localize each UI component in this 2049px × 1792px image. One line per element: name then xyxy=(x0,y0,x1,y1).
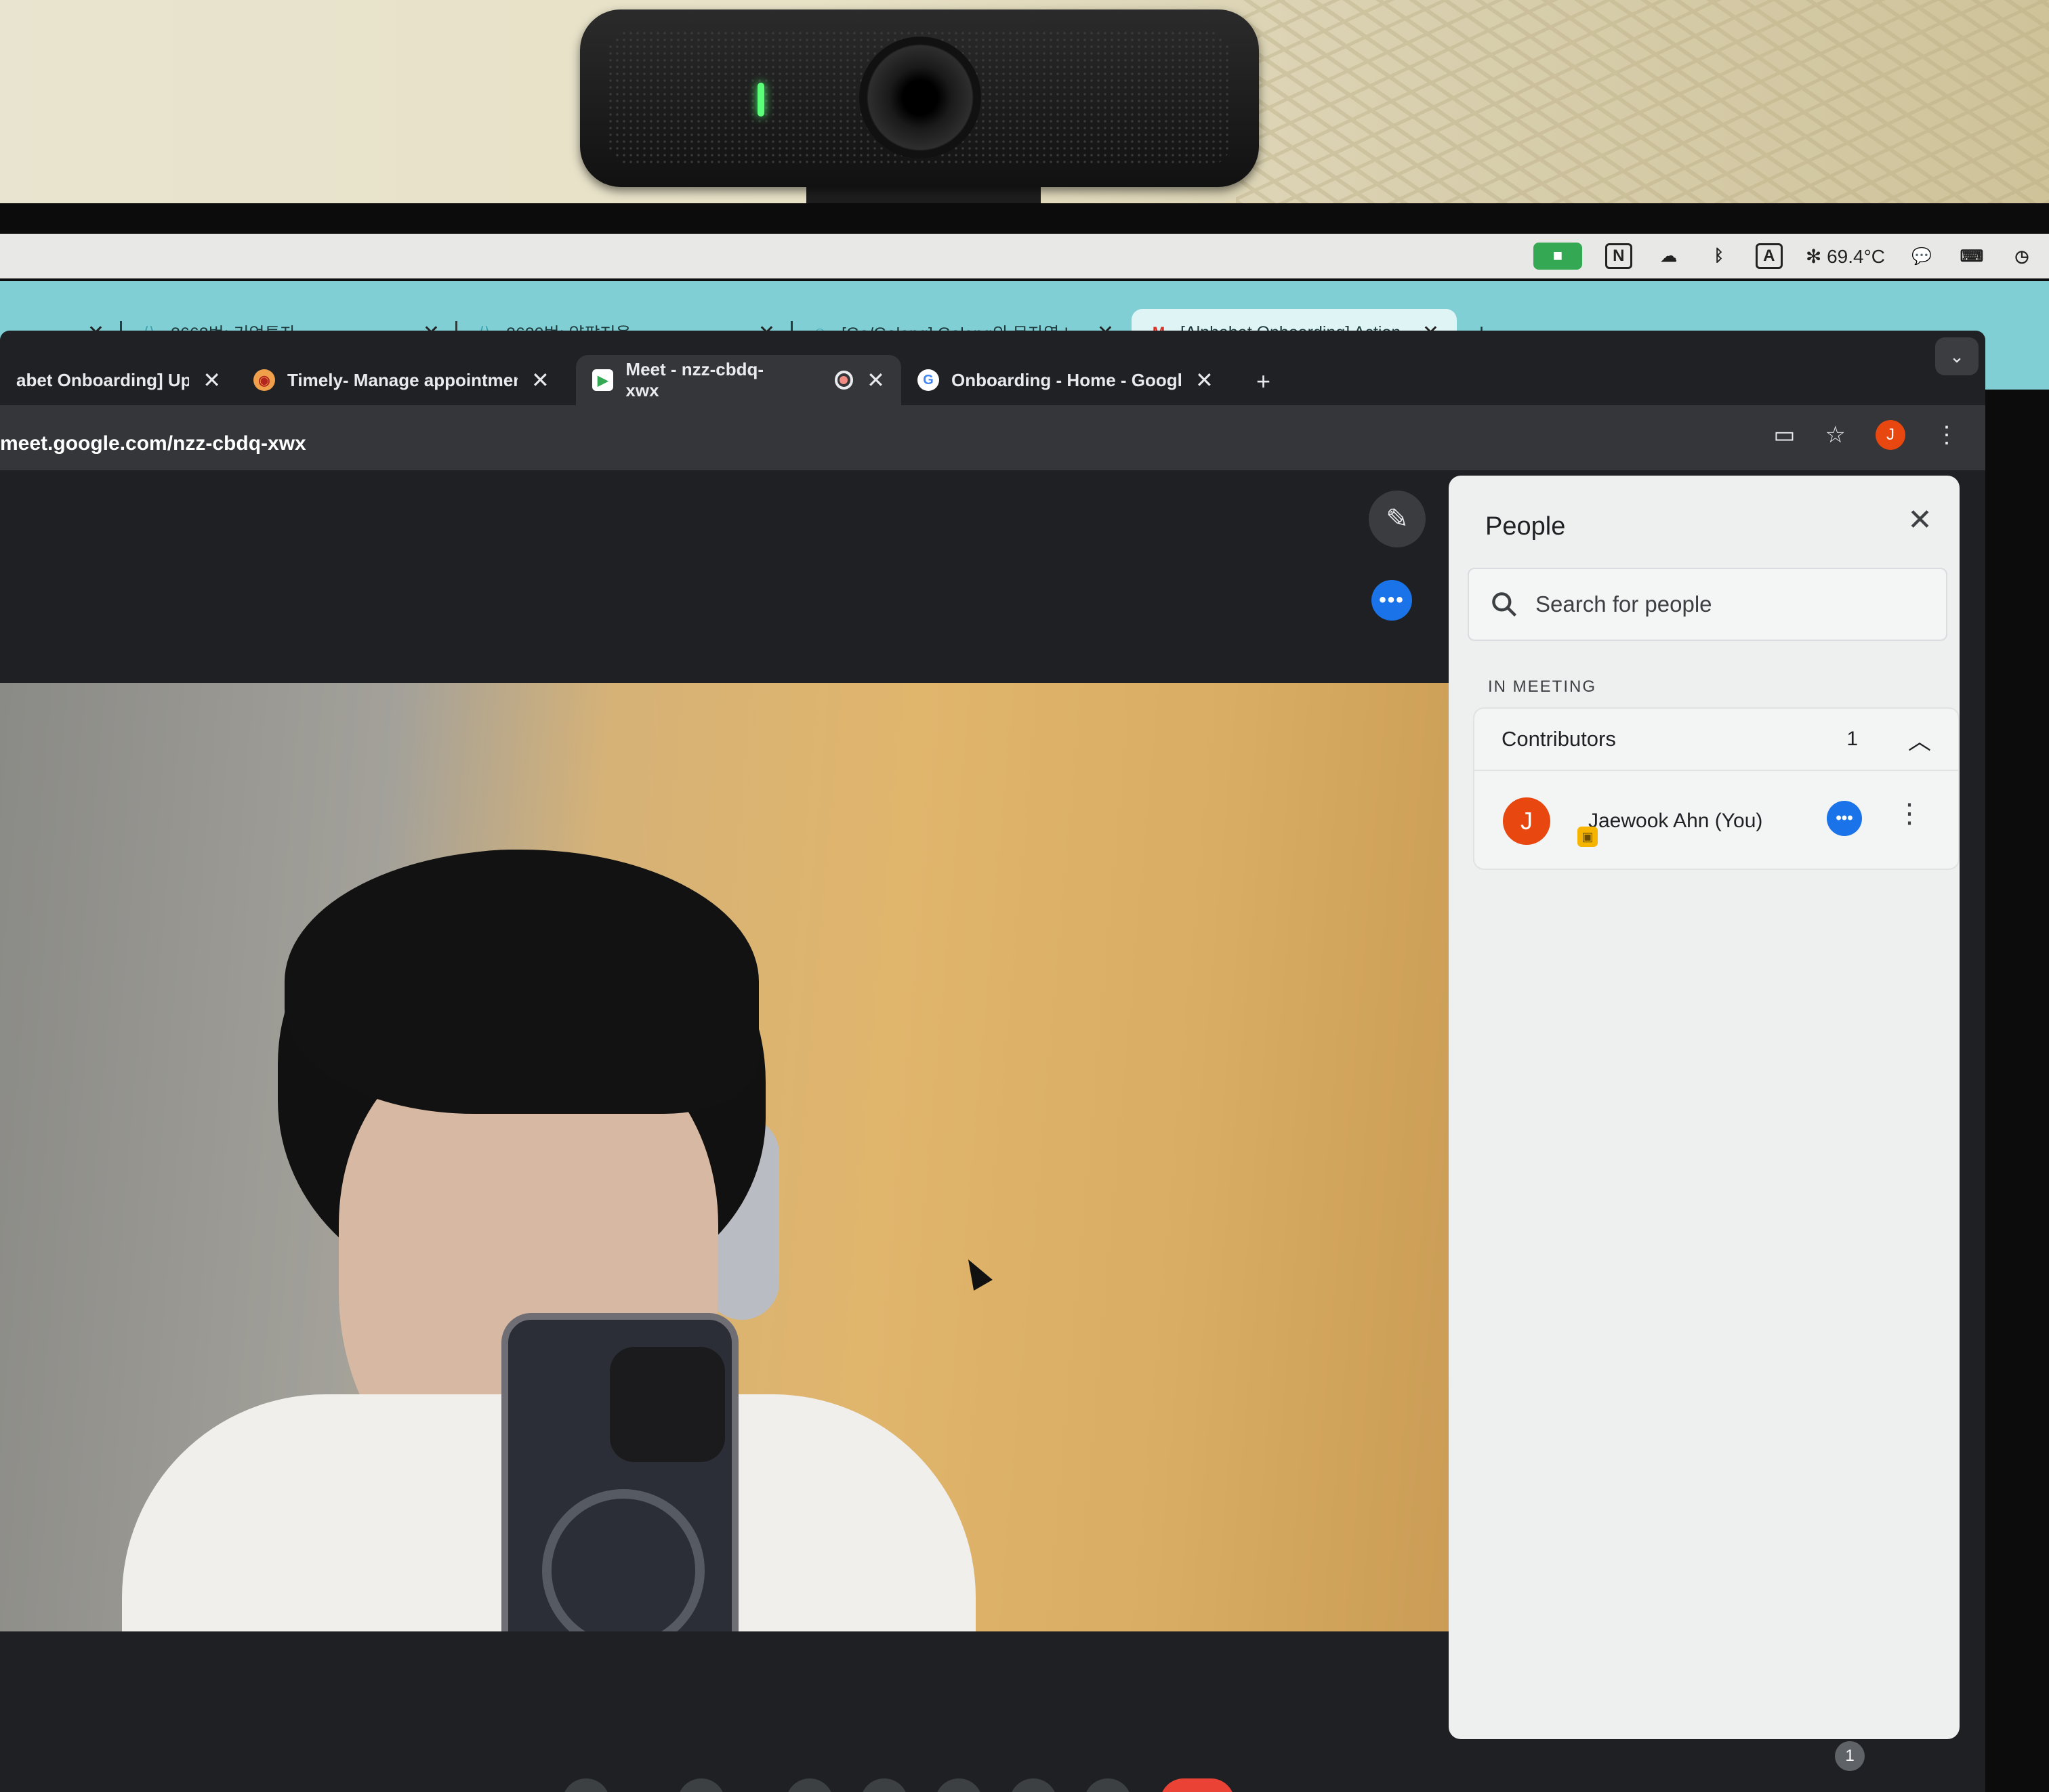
close-icon: ✕ xyxy=(1907,503,1932,537)
time-machine-icon[interactable]: ◷ xyxy=(2008,243,2035,270)
chrome-menu-icon[interactable]: ⋮ xyxy=(1935,421,1958,449)
webcam-lens xyxy=(859,37,981,159)
close-icon[interactable]: ✕ xyxy=(867,367,885,393)
close-icon[interactable]: ✕ xyxy=(203,367,221,393)
address-bar-url[interactable]: meet.google.com/nzz-cbdq-xwx xyxy=(0,432,306,455)
tab-timely[interactable]: ◉ Timely- Manage appointment ✕ xyxy=(237,355,576,405)
people-panel: People ✕ IN MEETING Contributors 1 ︿ J ▣… xyxy=(1449,476,1960,1739)
cloud-icon[interactable]: ☁ xyxy=(1655,243,1682,270)
google-icon: G xyxy=(917,369,939,391)
tab-search-button[interactable]: ⌄ xyxy=(1935,337,1979,375)
new-tab-button[interactable]: + xyxy=(1240,367,1287,405)
magic-wand-icon: ✎ xyxy=(1386,504,1409,534)
video-person-fringe xyxy=(285,850,759,1114)
contributors-header[interactable]: Contributors 1 ︿ xyxy=(1474,709,1958,771)
photo-scene: logi ■ N ☁ ᛒ A ✻ 69.4°C 💬 ⌨ ◷ ✕ ⟨⟩ 2662번… xyxy=(0,0,2049,1792)
chevron-up-icon[interactable]: ︿ xyxy=(1908,723,1931,756)
contributors-group: Contributors 1 ︿ J ▣ Jaewook Ahn (You) •… xyxy=(1473,707,1960,870)
tab-title: Meet - nzz-cbdq-xwx xyxy=(625,359,764,400)
tab-gmail-upcoming[interactable]: abet Onboarding] Upco ✕ xyxy=(0,355,237,405)
chat-icon[interactable]: 💬 xyxy=(1908,243,1935,270)
participant-more-button[interactable]: ••• xyxy=(1827,801,1862,836)
presentation-badge-icon: ▣ xyxy=(1577,827,1598,847)
avatar: J xyxy=(1503,797,1550,845)
self-video-tile xyxy=(0,683,1455,1631)
camera-in-use-icon[interactable]: ▭ xyxy=(1773,421,1795,449)
toolbar-icons: ▭ ☆ J ⋮ xyxy=(1773,420,1958,450)
search-icon xyxy=(1492,592,1517,617)
recording-icon xyxy=(834,371,854,390)
wallpaper-pattern xyxy=(1236,0,2049,203)
tab-title: Onboarding - Home - Google xyxy=(951,369,1182,390)
tab-strip: abet Onboarding] Upco ✕ ◉ Timely- Manage… xyxy=(0,351,1287,405)
bookmark-star-icon[interactable]: ☆ xyxy=(1825,421,1846,449)
search-input[interactable] xyxy=(1535,591,1888,617)
input-source-icon[interactable]: A xyxy=(1755,243,1783,269)
fan-icon: ✻ xyxy=(1805,245,1827,267)
video-phone xyxy=(501,1313,739,1631)
cpu-temp-value: 69.4°C xyxy=(1827,245,1885,267)
tab-title: Timely- Manage appointment xyxy=(287,369,518,390)
phone-magsafe-ring xyxy=(542,1489,705,1631)
notion-icon[interactable]: N xyxy=(1605,243,1632,269)
mac-menu-bar: ■ N ☁ ᛒ A ✻ 69.4°C 💬 ⌨ ◷ xyxy=(0,234,2049,278)
webcam-led xyxy=(758,83,764,117)
bluetooth-icon[interactable]: ᛒ xyxy=(1705,243,1733,270)
close-panel-button[interactable]: ✕ xyxy=(1907,503,1932,537)
participant-row: J ▣ Jaewook Ahn (You) ••• ⋮ xyxy=(1474,774,1958,869)
keyboard-icon[interactable]: ⌨ xyxy=(1958,243,1985,270)
self-tile-more-options-button[interactable]: ••• xyxy=(1371,580,1412,621)
group-name: Contributors xyxy=(1502,727,1616,751)
participant-name: Jaewook Ahn (You) xyxy=(1588,810,1763,832)
participant-menu-icon[interactable]: ⋮ xyxy=(1896,798,1923,829)
tab-meet-active[interactable]: ▶ Meet - nzz-cbdq-xwx ✕ xyxy=(576,355,901,405)
visual-effects-button[interactable]: ✎ xyxy=(1369,491,1426,547)
cpu-temp-indicator[interactable]: ✻ 69.4°C xyxy=(1806,245,1885,268)
section-label: IN MEETING xyxy=(1488,678,1597,696)
people-search-box[interactable] xyxy=(1468,568,1947,641)
profile-avatar[interactable]: J xyxy=(1876,420,1905,450)
tab-title: abet Onboarding] Upco xyxy=(16,369,190,390)
phone-camera-module xyxy=(610,1347,725,1462)
close-icon[interactable]: ✕ xyxy=(531,367,550,393)
timely-icon: ◉ xyxy=(253,369,275,391)
panel-title: People xyxy=(1485,512,1566,541)
close-icon[interactable]: ✕ xyxy=(1195,367,1214,393)
group-count: 1 xyxy=(1846,728,1858,750)
chevron-down-icon: ⌄ xyxy=(1949,346,1964,367)
participant-count-badge: 1 xyxy=(1835,1741,1865,1771)
meet-icon: ▶ xyxy=(592,369,614,391)
webcam xyxy=(580,9,1259,187)
meet-camera-status-icon[interactable]: ■ xyxy=(1533,243,1582,270)
tab-onboarding-home[interactable]: G Onboarding - Home - Google ✕ xyxy=(901,355,1240,405)
